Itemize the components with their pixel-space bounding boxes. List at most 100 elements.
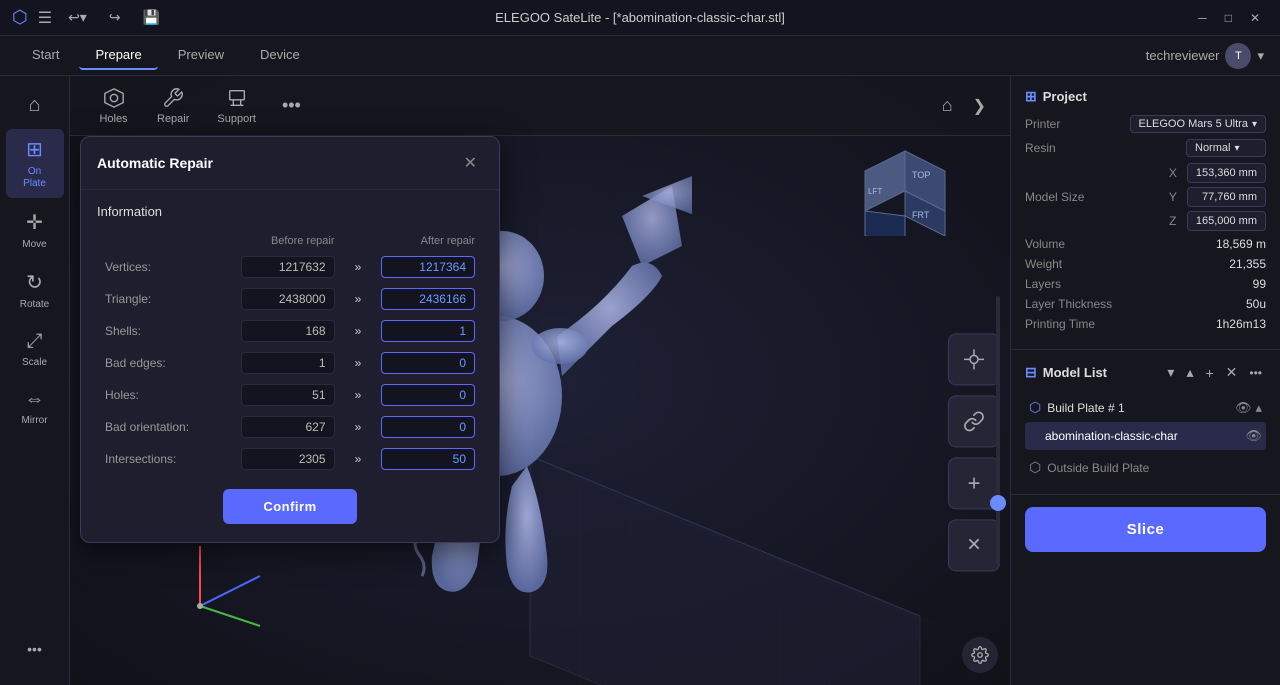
tab-prepare[interactable]: Prepare [79,41,157,70]
fab-group: + ✕ [948,333,1000,571]
model-list-sort-down[interactable]: ▾ [1163,362,1178,383]
tab-start[interactable]: Start [16,41,75,70]
viewport-fab-link[interactable] [948,395,1000,447]
dialog-header: Automatic Repair ✕ [81,137,499,190]
model-size-label: Model Size [1025,190,1115,204]
slider-track[interactable] [996,296,1000,565]
minimize-button[interactable]: ─ [1190,7,1215,29]
toolbar-support-button[interactable]: Support [205,81,268,131]
model-size-row: Model Size X 153,360 mm Y 77,760 mm Z 16… [1025,163,1266,231]
repair-row-label: Triangle: [97,283,233,315]
repair-row-after: 0 [373,347,483,379]
x-axis-label: X [1163,166,1183,180]
weight-label: Weight [1025,257,1115,271]
repair-arrow-icon: » [343,347,374,379]
tab-preview[interactable]: Preview [162,41,240,70]
repair-table-row: Vertices: 1217632 » 1217364 [97,251,483,283]
repair-row-before: 2438000 [233,283,343,315]
weight-value: 21,355 [1229,257,1266,271]
titlebar-left: ⬡ ☰ ↩▾ ↪ 💾 [12,5,166,30]
user-menu[interactable]: techreviewer T ▾ [1146,43,1264,69]
layers-label: Layers [1025,277,1115,291]
repair-row-after: 0 [373,411,483,443]
build-plate-eye-button[interactable]: 👁 [1235,400,1252,416]
mirror-icon: ⇔ [25,388,45,411]
holes-label: Holes [99,113,127,125]
viewport-fab-nav[interactable] [948,333,1000,385]
dialog-title: Automatic Repair [97,155,213,171]
sidebar-item-mirror[interactable]: ⇔ Mirror [6,380,64,434]
repair-row-before: 168 [233,315,343,347]
printer-dropdown-icon: ▾ [1252,119,1257,130]
viewport-slider[interactable] [996,296,1000,565]
y-axis-value: 77,760 mm [1187,187,1266,207]
maximize-button[interactable]: □ [1217,7,1240,29]
model-list-more[interactable]: ••• [1245,362,1266,383]
close-button[interactable]: ✕ [1242,7,1268,29]
resin-value[interactable]: Normal ▾ [1186,139,1266,157]
viewport-fab-remove[interactable]: ✕ [948,519,1000,571]
repair-arrow-icon: » [343,283,374,315]
model-list-delete[interactable]: ✕ [1222,362,1242,383]
layers-value: 99 [1253,277,1266,291]
repair-arrow-icon: » [343,251,374,283]
undo-button[interactable]: ↩▾ [62,5,93,30]
dialog-section-title: Information [97,204,483,219]
repair-arrow-icon: » [343,379,374,411]
plus-icon: + [968,470,981,496]
toolbar-repair-button[interactable]: Repair [145,81,201,131]
tab-device[interactable]: Device [244,41,316,70]
volume-value: 18,569 m [1216,237,1266,251]
volume-label: Volume [1025,237,1115,251]
right-panel: ⊞ Project Printer ELEGOO Mars 5 Ultra ▾ … [1010,76,1280,685]
col-arrow-header [343,231,374,251]
svg-text:LFT: LFT [868,187,882,196]
toolbar-expand-button[interactable]: ❯ [965,90,994,122]
window-controls: ─ □ ✕ [1190,7,1268,29]
repair-row-after: 0 [373,379,483,411]
model-list-icon: ⊟ [1025,364,1037,381]
repair-row-label: Bad edges: [97,347,233,379]
repair-table: Before repair After repair Vertices: 121… [97,231,483,475]
slider-thumb[interactable] [990,495,1006,511]
col-after-header: After repair [373,231,483,251]
printer-value[interactable]: ELEGOO Mars 5 Ultra ▾ [1130,115,1266,133]
slice-button[interactable]: Slice [1025,507,1266,552]
repair-row-before: 51 [233,379,343,411]
toolbar-holes-button[interactable]: Holes [86,81,141,131]
hamburger-menu-icon[interactable]: ☰ [38,8,52,28]
save-button[interactable]: 💾 [137,5,166,30]
toolbar-more-button[interactable]: ••• [272,89,311,122]
outside-plate-row[interactable]: ⬡ Outside Build Plate [1025,453,1266,482]
model-item-eye-button[interactable]: 👁 [1245,428,1262,444]
repair-row-label: Intersections: [97,443,233,475]
nav-cube[interactable]: TOP FRT LFT [860,146,950,236]
sidebar-item-label: Move [22,239,46,250]
build-plate-expand-button[interactable]: ▴ [1255,400,1262,416]
viewport-settings-button[interactable] [962,637,998,673]
model-list-add[interactable]: + [1201,362,1217,383]
repair-row-after: 1 [373,315,483,347]
model-item-row[interactable]: abomination-classic-char 👁 [1025,422,1266,450]
sidebar-item-rotate[interactable]: ↻ Rotate [6,262,64,318]
repair-row-after: 1217364 [373,251,483,283]
printing-time-label: Printing Time [1025,317,1115,331]
titlebar: ⬡ ☰ ↩▾ ↪ 💾 ELEGOO SateLite - [*abominati… [0,0,1280,36]
sidebar-item-scale[interactable]: ⤢ Scale [6,322,64,376]
repair-arrow-icon: » [343,443,374,475]
model-list-sort-up[interactable]: ▴ [1182,362,1197,383]
support-icon [226,87,248,109]
build-plate-row[interactable]: ⬡ Build Plate # 1 👁 ▴ [1025,393,1266,422]
redo-button[interactable]: ↪ [103,5,127,30]
on-plate-icon: ⊞ [26,137,43,162]
sidebar-item-home[interactable]: ⌂ [6,86,64,125]
volume-row: Volume 18,569 m [1025,237,1266,251]
confirm-button[interactable]: Confirm [223,489,356,524]
weight-row: Weight 21,355 [1025,257,1266,271]
dialog-close-button[interactable]: ✕ [458,151,483,175]
outside-plate-icon: ⬡ [1029,459,1041,476]
sidebar-item-more[interactable]: ••• [6,633,64,665]
sidebar-item-on-plate[interactable]: ⊞ OnPlate [6,129,64,198]
sidebar-item-move[interactable]: ✛ Move [6,202,64,258]
toolbar-home-button[interactable]: ⌂ [934,89,961,122]
